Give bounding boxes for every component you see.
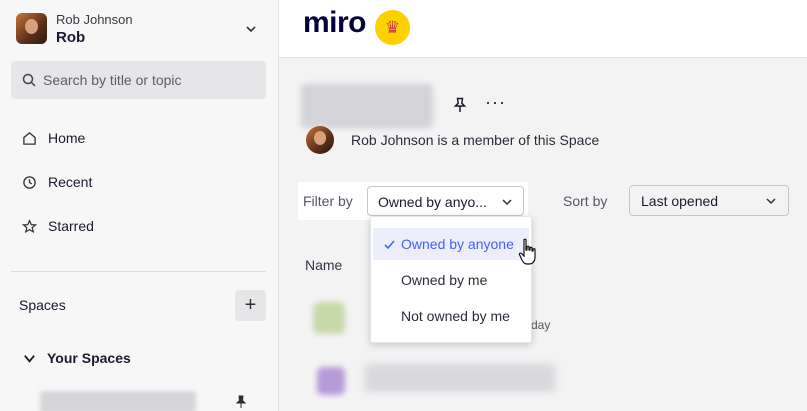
check-icon — [384, 240, 395, 250]
sort-selected-value: Last opened — [641, 193, 719, 209]
filter-option-owned-by-anyone[interactable]: Owned by anyone — [373, 228, 529, 260]
filter-option-label: Owned by anyone — [401, 236, 514, 252]
sidebar-item-label: Recent — [48, 174, 93, 190]
search-input[interactable] — [43, 61, 258, 99]
board-last-opened: day — [531, 318, 551, 332]
spaces-heading: Spaces — [19, 297, 66, 313]
filter-option-owned-by-me[interactable]: Owned by me — [373, 264, 529, 296]
pin-icon[interactable] — [233, 394, 249, 410]
user-switcher[interactable]: Rob Johnson Rob — [16, 12, 266, 46]
clock-icon — [23, 175, 36, 189]
filter-selected-value: Owned by anyo... — [378, 194, 487, 210]
avatar — [306, 126, 334, 154]
more-options-button[interactable]: ··· — [485, 92, 506, 113]
chevron-down-icon — [502, 199, 512, 206]
sidebar-item-label: Starred — [48, 218, 94, 234]
avatar — [16, 13, 47, 44]
filter-label: Filter by — [303, 193, 353, 209]
sidebar-item-recent[interactable]: Recent — [22, 170, 262, 194]
search-icon — [22, 73, 36, 87]
pin-icon[interactable] — [451, 96, 469, 114]
sidebar-item-starred[interactable]: Starred — [22, 214, 262, 238]
sort-dropdown[interactable]: Last opened — [629, 185, 789, 216]
member-info: Rob Johnson is a member of this Space — [351, 132, 600, 148]
search-box[interactable] — [11, 61, 266, 99]
filter-dropdown[interactable]: Owned by anyo... — [367, 186, 524, 216]
board-title[interactable] — [365, 364, 555, 392]
your-spaces-toggle[interactable]: Your Spaces — [23, 350, 131, 366]
filter-control: Filter by Owned by anyo... — [298, 182, 528, 220]
filter-option-label: Not owned by me — [401, 308, 510, 324]
filter-option-label: Owned by me — [401, 272, 488, 288]
sidebar-item-home[interactable]: Home — [22, 126, 262, 150]
main-content: miro ♛ ··· Rob Johnson is a member of th… — [279, 0, 807, 411]
chevron-down-icon[interactable] — [244, 22, 258, 36]
space-item[interactable] — [40, 391, 196, 411]
sidebar: Rob Johnson Rob Home Recent Starred Spac… — [0, 0, 279, 411]
top-bar: miro ♛ — [279, 0, 807, 58]
filter-option-not-owned-by-me[interactable]: Not owned by me — [373, 300, 529, 332]
space-title — [301, 84, 433, 128]
column-header-name[interactable]: Name — [305, 257, 342, 273]
sidebar-divider — [11, 271, 266, 272]
your-spaces-label: Your Spaces — [47, 350, 131, 366]
star-icon — [22, 218, 37, 233]
sort-label: Sort by — [563, 193, 608, 209]
crown-icon: ♛ — [375, 10, 410, 45]
add-space-button[interactable]: + — [235, 290, 266, 321]
hand-cursor-icon — [518, 238, 536, 265]
chevron-down-icon — [766, 198, 776, 205]
sidebar-item-label: Home — [48, 130, 86, 146]
home-icon — [23, 131, 36, 145]
user-name: Rob — [56, 29, 86, 46]
chevron-down-icon — [24, 354, 35, 363]
miro-logo: miro — [303, 6, 367, 39]
board-thumbnail[interactable] — [317, 367, 345, 395]
user-org-name: Rob Johnson — [56, 12, 133, 27]
board-thumbnail[interactable] — [313, 302, 345, 334]
filter-options-menu: Owned by anyone Owned by me Not owned by… — [370, 216, 532, 343]
